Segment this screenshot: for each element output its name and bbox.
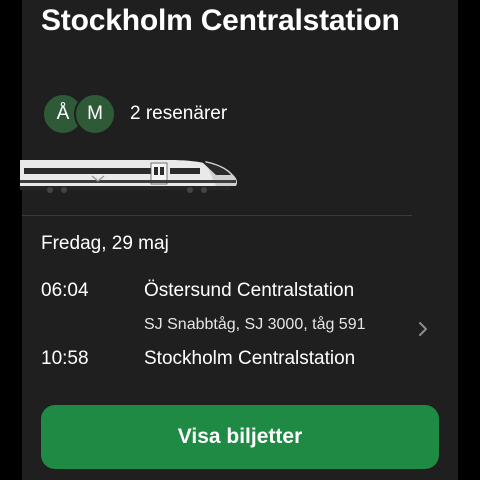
train-service-info: SJ Snabbtåg, SJ 3000, tåg 591: [144, 316, 366, 333]
show-tickets-button[interactable]: Visa biljetter: [41, 405, 439, 469]
trip-card: Stockholm Centralstation Å M 2 resenärer…: [20, 0, 458, 480]
chevron-right-icon[interactable]: [416, 320, 430, 338]
destination-title: Stockholm Centralstation: [41, 4, 400, 37]
departure-station: Östersund Centralstation: [144, 280, 355, 301]
departure-time: 06:04: [41, 280, 89, 301]
train-icon: [20, 160, 237, 193]
arrival-station: Stockholm Centralstation: [144, 348, 356, 369]
travelers-row[interactable]: Å M 2 resenärer: [42, 93, 228, 135]
travelers-count: 2 resenärer: [130, 103, 228, 124]
travel-date: Fredag, 29 maj: [41, 233, 169, 254]
traveler-avatar: M: [74, 93, 116, 135]
divider: [22, 215, 412, 216]
arrival-time: 10:58: [41, 348, 89, 369]
